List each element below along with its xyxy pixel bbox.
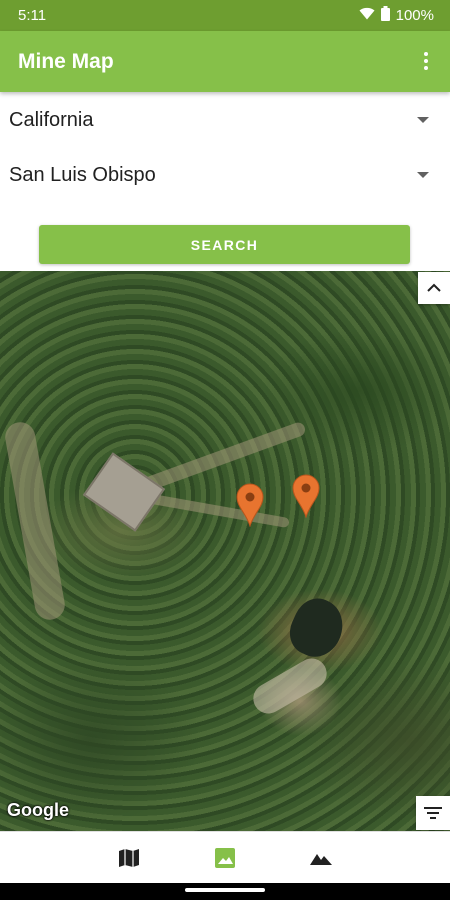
satellite-map[interactable]: Google <box>0 271 450 831</box>
mine-marker-1[interactable] <box>236 483 264 527</box>
map-road <box>150 493 290 529</box>
mine-marker-2[interactable] <box>292 474 320 518</box>
nav-terrain-tab[interactable] <box>307 846 335 870</box>
filter-button[interactable] <box>416 796 450 830</box>
state-dropdown[interactable]: California <box>0 95 450 145</box>
collapse-up-button[interactable] <box>418 272 450 304</box>
map-pit <box>282 591 352 665</box>
state-selected-value: California <box>9 109 94 131</box>
google-logo: Google <box>7 800 69 820</box>
battery-icon <box>380 6 390 25</box>
filter-icon <box>424 807 442 819</box>
collapse-up-icon <box>427 283 441 292</box>
bottom-navigation <box>0 831 450 884</box>
status-icons: 100% <box>359 6 434 25</box>
more-vert-icon[interactable] <box>414 49 438 73</box>
nav-satellite-tab[interactable] <box>211 846 239 870</box>
wifi-icon <box>359 7 375 24</box>
map-road <box>2 419 68 623</box>
satellite-image-icon <box>215 848 235 868</box>
chevron-down-icon <box>417 117 429 123</box>
map-building <box>82 452 166 532</box>
status-time: 5:11 <box>18 7 47 24</box>
chevron-down-icon <box>417 172 429 178</box>
search-button[interactable]: SEARCH <box>39 225 410 264</box>
app-title: Mine Map <box>18 50 114 73</box>
map-road <box>247 653 333 719</box>
home-handle[interactable] <box>185 888 265 892</box>
map-icon <box>119 849 139 867</box>
battery-percent: 100% <box>395 7 434 24</box>
gesture-bar <box>0 883 450 900</box>
nav-map-tab[interactable] <box>115 846 143 870</box>
status-bar: 5:11 100% <box>0 0 450 31</box>
app-bar: Mine Map <box>0 31 450 92</box>
county-dropdown[interactable]: San Luis Obispo <box>0 150 450 200</box>
county-selected-value: San Luis Obispo <box>9 164 156 186</box>
terrain-icon <box>310 854 332 865</box>
